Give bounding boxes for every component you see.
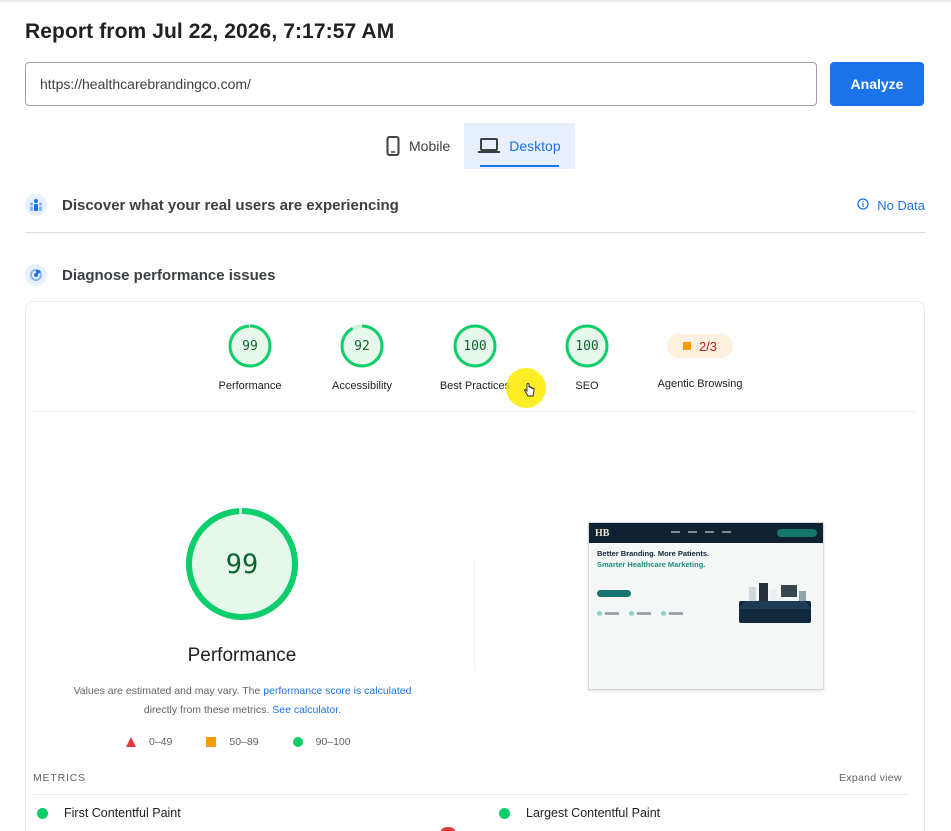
report-title: Report from Jul 22, 2026, 7:17:57 AM — [25, 20, 395, 43]
see-calculator-link[interactable]: See calculator — [272, 704, 338, 716]
gauge-agentic-browsing[interactable]: 2/3 Agentic Browsing — [645, 324, 755, 390]
column-separator — [474, 560, 475, 670]
laptop-icon — [478, 138, 501, 154]
diagnose-section: Diagnose performance issues — [25, 260, 925, 290]
gauge-score: 92 — [354, 338, 370, 354]
gauge-score: 100 — [463, 338, 487, 354]
screenshot-stats — [597, 611, 683, 616]
metric-largest-contentful-paint: Largest Contentful Paint — [499, 806, 660, 820]
score-legend: 0–49 50–89 90–100 — [126, 736, 385, 748]
screenshot-nav-button — [777, 529, 817, 537]
hand-cursor-icon — [523, 382, 535, 404]
gauge-seo[interactable]: 100 SEO — [532, 324, 642, 392]
crux-section: Discover what your real users are experi… — [25, 190, 925, 220]
metrics-divider — [33, 794, 909, 795]
legend-range: 0–49 — [149, 736, 173, 748]
legend-average: 50–89 — [206, 736, 259, 748]
pass-circle-icon — [499, 807, 510, 819]
analyze-button[interactable]: Analyze — [830, 62, 924, 106]
gauge-label: Agentic Browsing — [657, 378, 743, 390]
legend-fail: 0–49 — [126, 736, 172, 748]
tab-desktop-label: Desktop — [509, 138, 561, 154]
gauge-label: Accessibility — [332, 380, 392, 392]
screenshot-nav-links — [671, 531, 731, 533]
average-square-icon — [682, 342, 691, 350]
legend-range: 50–89 — [229, 736, 259, 748]
page-screenshot: HB Better Branding. More Patients. Smart… — [588, 522, 824, 690]
screenshot-cta-button — [597, 590, 631, 597]
fail-triangle-icon — [126, 737, 136, 747]
agentic-badge: 2/3 — [667, 334, 733, 358]
screenshot-headline: Better Branding. More Patients. — [597, 549, 710, 558]
screenshot-hero-image — [739, 583, 811, 623]
legend-range: 90–100 — [315, 736, 351, 748]
no-data-label: No Data — [877, 197, 925, 213]
info-icon — [857, 197, 869, 213]
tab-mobile[interactable]: Mobile — [372, 123, 464, 169]
screenshot-logo: HB — [595, 527, 610, 539]
performance-title: Performance — [187, 645, 297, 666]
metric-name: Largest Contentful Paint — [526, 806, 661, 820]
section-divider — [25, 232, 925, 233]
tab-mobile-label: Mobile — [409, 138, 451, 154]
gauge-performance[interactable]: 99 Performance — [195, 324, 305, 392]
diagnose-heading: Diagnose performance issues — [62, 266, 276, 284]
pass-circle-icon — [292, 737, 303, 747]
users-icon — [25, 194, 47, 216]
average-square-icon — [206, 737, 217, 747]
performance-note: Values are estimated and may vary. The p… — [40, 682, 445, 720]
gauge-label: SEO — [575, 380, 599, 392]
performance-score-link[interactable]: performance score is calculated — [263, 685, 411, 697]
note-text: Values are estimated and may vary. The — [73, 685, 264, 697]
screenshot-navbar: HB — [589, 523, 823, 543]
crux-heading: Discover what your real users are experi… — [62, 196, 399, 214]
gauge-accessibility[interactable]: 92 Accessibility — [307, 324, 417, 392]
legend-pass: 90–100 — [292, 736, 351, 748]
agentic-value: 2/3 — [698, 338, 718, 354]
url-input[interactable] — [25, 62, 817, 106]
tab-desktop[interactable]: Desktop — [464, 123, 575, 169]
lighthouse-icon — [25, 264, 47, 286]
main-gauge-score: 99 — [225, 548, 259, 580]
metric-name: First Contentful Paint — [64, 806, 181, 820]
gauge-score: 100 — [575, 338, 599, 354]
fail-indicator-fragment — [441, 827, 455, 831]
no-data-link[interactable]: No Data — [857, 198, 925, 213]
device-tabs: Mobile Desktop — [372, 123, 575, 169]
screenshot-subheadline: Smarter Healthcare Marketing. — [597, 560, 706, 569]
top-border — [0, 0, 951, 2]
performance-main-gauge: 99 — [186, 508, 298, 620]
note-text: . — [338, 704, 342, 716]
expand-view-toggle[interactable]: Expand view — [839, 772, 902, 784]
gauge-score: 99 — [242, 338, 258, 354]
gauges-divider — [32, 411, 916, 412]
pass-circle-icon — [37, 807, 48, 819]
metrics-heading: METRICS — [33, 772, 86, 784]
gauge-label: Performance — [218, 380, 282, 392]
metric-first-contentful-paint: First Contentful Paint — [37, 806, 181, 820]
note-text: directly from these metrics. — [143, 704, 273, 716]
smartphone-icon — [386, 136, 400, 156]
